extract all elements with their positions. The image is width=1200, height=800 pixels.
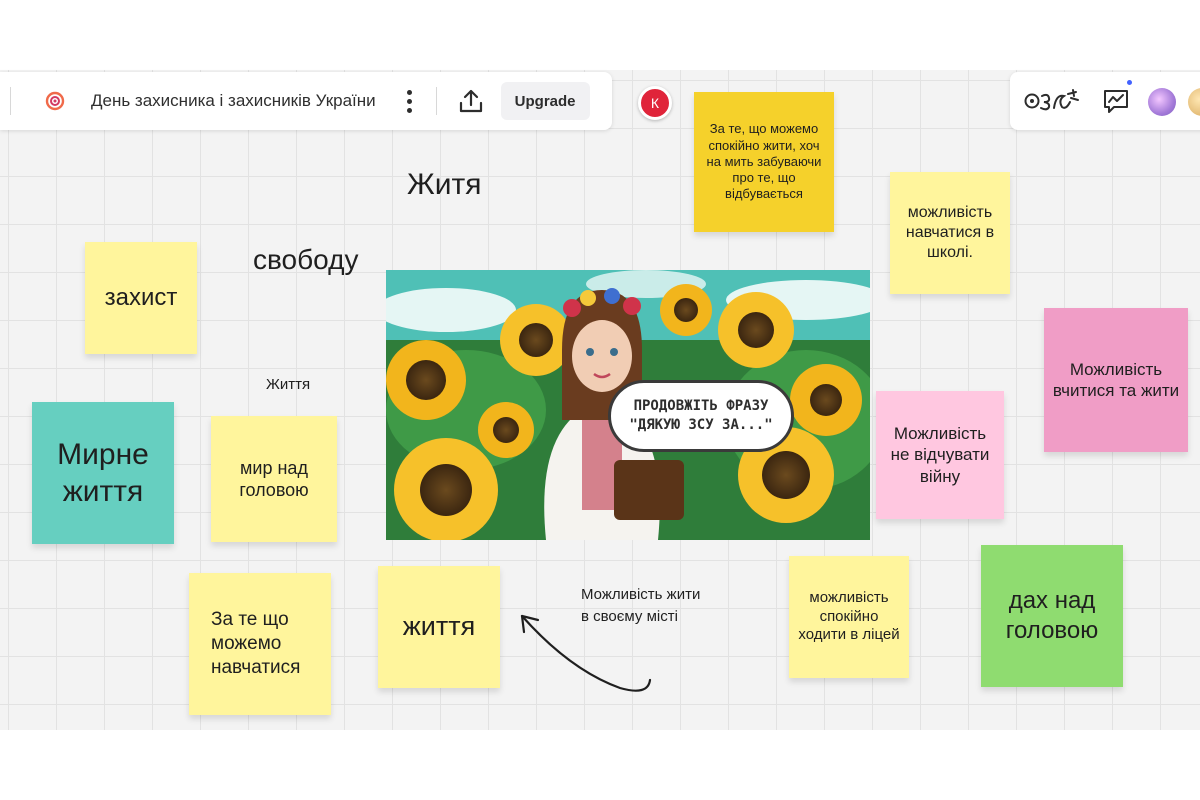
sticky-note-text: Мирне життя [57, 437, 149, 509]
user-avatar[interactable] [1188, 88, 1200, 116]
sticky-note-text: можливість навчатися в школі. [905, 204, 995, 261]
speech-bubble: ПРОДОВЖІТЬ ФРАЗУ "ДЯКУЮ ЗСУ ЗА..." [608, 380, 794, 452]
bubble-text: ПРОДОВЖІТЬ ФРАЗУ [633, 398, 769, 415]
sticky-note-text: За те що можемо навчатися [211, 609, 301, 678]
notification-dot [1127, 80, 1132, 85]
sticky-note[interactable]: Мирне життя [32, 402, 174, 544]
upgrade-button[interactable]: Upgrade [500, 82, 590, 120]
text-item[interactable]: Життя [266, 376, 310, 393]
sticky-note-text: Можливість не відчувати війну [890, 424, 990, 486]
more-menu-icon[interactable] [400, 86, 420, 116]
collaborator-avatar[interactable]: К [638, 86, 672, 120]
board-logo-icon[interactable] [45, 91, 65, 111]
sticky-note[interactable]: можливість спокійно ходити в ліцей [789, 556, 909, 678]
sticky-note-text: Можливість вчитися та жити [1052, 359, 1180, 400]
sticky-note-text: можливість спокійно ходити в ліцей [798, 588, 900, 644]
user-avatar[interactable] [1148, 88, 1176, 116]
sticky-note-text: життя [402, 611, 476, 642]
reactions-icon[interactable] [1024, 88, 1080, 114]
sticky-note[interactable]: мир над головою [211, 416, 337, 542]
sticky-note-text: дах над головою [1005, 587, 1099, 644]
sticky-note[interactable]: За те що можемо навчатися [189, 573, 331, 715]
sticky-note[interactable]: можливість навчатися в школі. [890, 172, 1010, 294]
toolbar-divider [435, 87, 437, 115]
sticky-note[interactable]: За те, що можемо спокійно жити, хоч на м… [694, 92, 834, 232]
bubble-text: "ДЯКУЮ ЗСУ ЗА..." [629, 417, 773, 433]
sticky-note[interactable]: захист [85, 242, 197, 354]
sticky-note-text: захист [104, 284, 178, 311]
activity-chart-icon[interactable] [1102, 88, 1130, 114]
sticky-note[interactable]: Можливість вчитися та жити [1044, 308, 1188, 452]
sticky-note[interactable]: Можливість не відчувати війну [876, 391, 1004, 519]
arrow-connector[interactable] [510, 600, 670, 700]
right-toolbar [1010, 72, 1200, 130]
board-title[interactable]: День захисника і захисників України [91, 91, 376, 111]
top-toolbar: День захисника і захисників України Upgr… [0, 72, 612, 130]
text-item[interactable]: Житя [407, 168, 481, 202]
sticky-note[interactable]: життя [378, 566, 500, 688]
toolbar-divider [10, 87, 11, 115]
text-item[interactable]: свободу [253, 244, 358, 276]
sticky-note[interactable]: дах над головою [981, 545, 1123, 687]
sticky-note-text: мир над головою [239, 457, 309, 501]
sticky-note-text: За те, що можемо спокійно жити, хоч на м… [706, 121, 822, 202]
sunflower-illustration[interactable]: ПРОДОВЖІТЬ ФРАЗУ "ДЯКУЮ ЗСУ ЗА..." [386, 270, 870, 540]
upload-icon[interactable] [457, 87, 485, 115]
whiteboard-app: День захисника і захисників України Upgr… [0, 0, 1200, 800]
